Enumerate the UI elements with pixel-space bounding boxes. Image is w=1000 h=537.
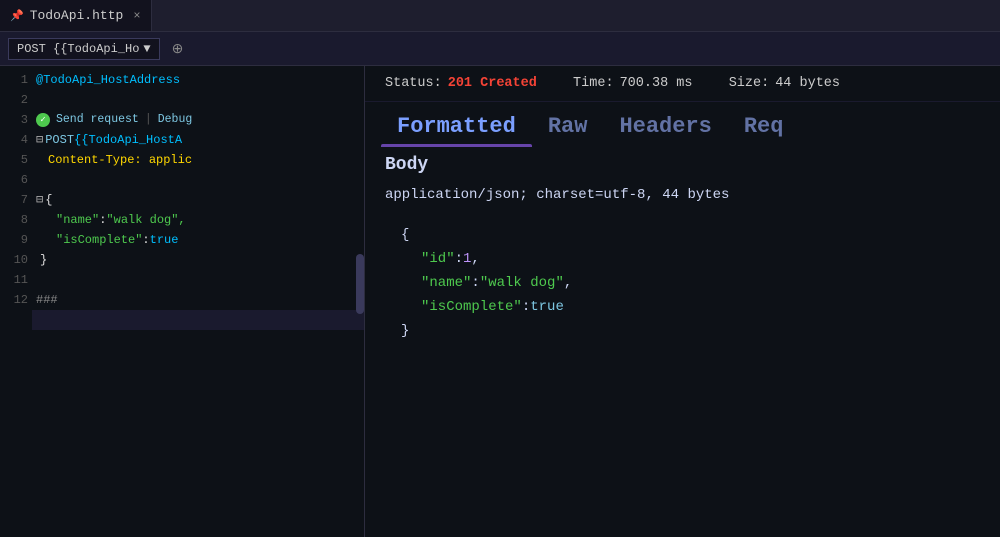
code-editor[interactable]: @TodoApi_HostAddress ✓ Send request | De… [32,66,364,537]
code-line-send: ✓ Send request | Debug [32,110,364,130]
json-close-brace: } [397,319,968,343]
sep1 [547,76,563,91]
send-request-button[interactable]: Send request [56,110,139,130]
colon: : [99,210,106,230]
code-line-11: ### [32,290,364,310]
code-line-12 [32,310,364,330]
debug-button[interactable]: Debug [158,110,193,130]
add-request-button[interactable]: ⊕ [166,38,190,59]
plus-icon: ⊕ [172,40,184,56]
size-value: 44 bytes [775,76,840,91]
divider: | [145,110,152,130]
content-type-key: Content-Type: applic [48,150,192,170]
code-line-2 [32,90,364,110]
title-bar: 📌 TodoApi.http × [0,0,1000,32]
json-name-line: "name" : "walk dog" , [397,271,968,295]
code-line-6: ⊟ { [32,190,364,210]
tab-headers[interactable]: Headers [603,110,727,147]
code-line-3: ⊟ POST {{TodoApi_HostA [32,130,364,150]
tab-close-icon[interactable]: × [133,9,140,23]
tab-formatted[interactable]: Formatted [381,110,532,147]
isComplete-value: true [150,230,179,250]
content-type-text: application/json; charset=utf-8, 44 byte… [385,187,729,203]
check-icon: ✓ [36,113,50,127]
editor-content: 1 2 3 4 5 6 7 8 9 10 11 12 @TodoApi_Host… [0,66,364,537]
code-line-9: } [32,250,364,270]
line-numbers: 1 2 3 4 5 6 7 8 9 10 11 12 [0,66,32,537]
json-response: { "id" : 1 , "name" : "walk dog" , "isCo… [365,207,1000,537]
open-brace: { [45,190,52,210]
json-open-brace: { [397,223,968,247]
close-brace: } [40,250,47,270]
status-label: Status: [385,76,442,91]
code-line-8: "isComplete" : true [32,230,364,250]
json-isComplete-line: "isComplete" : true [397,295,968,319]
tab-req[interactable]: Req [728,110,800,147]
tab-title: TodoApi.http [30,8,124,23]
sep2 [702,76,718,91]
editor-panel: 1 2 3 4 5 6 7 8 9 10 11 12 @TodoApi_Host… [0,66,365,537]
code-line-4: Content-Type: applic [32,150,364,170]
file-tab[interactable]: 📌 TodoApi.http × [0,0,152,31]
method-keyword: POST [45,130,74,150]
collapse-brace-icon: ⊟ [36,190,43,210]
main-area: 1 2 3 4 5 6 7 8 9 10 11 12 @TodoApi_Host… [0,66,1000,537]
response-panel: Status: 201 Created Time: 700.38 ms Size… [365,66,1000,537]
size-label: Size: [729,76,770,91]
time-value: 700.38 ms [620,76,693,91]
status-value: 201 Created [448,76,537,91]
name-value: "walk dog", [106,210,185,230]
body-section: Body [365,147,1000,183]
json-id-line: "id" : 1 , [397,247,968,271]
body-title: Body [385,155,428,175]
method-dropdown[interactable]: POST {{TodoApi_Ho ▼ [8,38,160,60]
name-key: "name" [56,210,99,230]
code-line-7: "name" : "walk dog", [32,210,364,230]
toolbar: POST {{TodoApi_Ho ▼ ⊕ [0,32,1000,66]
colon2: : [142,230,149,250]
time-label: Time: [573,76,614,91]
status-bar: Status: 201 Created Time: 700.38 ms Size… [365,66,1000,102]
chevron-down-icon: ▼ [143,42,150,56]
url-text: {{TodoApi_HostA [74,130,182,150]
method-label: POST {{TodoApi_Ho [17,42,139,56]
isComplete-key: "isComplete" [56,230,142,250]
collapse-icon: ⊟ [36,130,43,150]
separator: ### [36,290,58,310]
pin-icon: 📌 [10,9,24,23]
tab-raw[interactable]: Raw [532,110,604,147]
content-type-line: application/json; charset=utf-8, 44 byte… [365,183,1000,207]
line1-content: @TodoApi_HostAddress [36,70,180,90]
editor-scrollbar[interactable] [356,254,364,314]
code-line-1: @TodoApi_HostAddress [32,70,364,90]
code-line-5 [32,170,364,190]
response-tabs: Formatted Raw Headers Req [365,102,1000,147]
code-line-10 [32,270,364,290]
